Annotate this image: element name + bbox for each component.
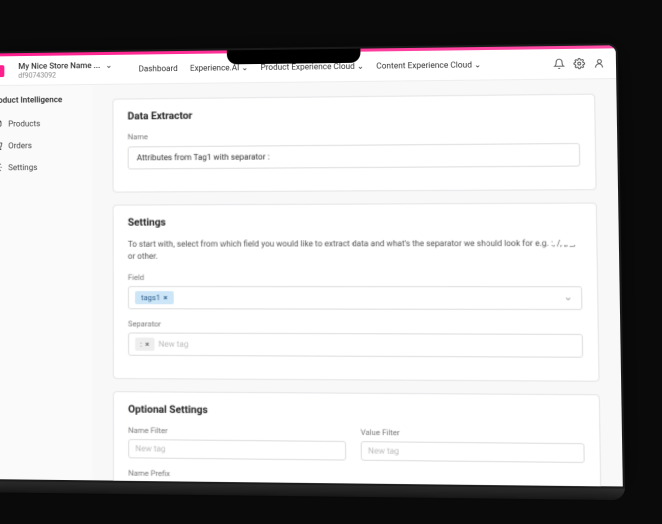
sidebar-item-label: Products (8, 119, 40, 128)
sidebar-item-label: Orders (8, 141, 32, 150)
separator-input[interactable]: : × New tag (128, 332, 583, 357)
card-title: Optional Settings (128, 404, 584, 419)
optional-settings-card: Optional Settings Name Filter New tag Va… (113, 391, 602, 486)
name-input[interactable] (128, 143, 581, 170)
sidebar-item-label: Settings (8, 163, 37, 172)
box-icon (0, 119, 2, 129)
separator-placeholder: New tag (158, 340, 188, 349)
app-screen: My Nice Store Name ... ⌄ df90743092 Dash… (0, 43, 625, 488)
name-filter-input[interactable]: New tag (128, 439, 346, 461)
name-filter-placeholder: New tag (135, 444, 165, 453)
sidebar-item-products[interactable]: Products (0, 114, 84, 133)
value-filter-placeholder: New tag (368, 446, 399, 456)
sidebar-item-orders[interactable]: Orders (0, 136, 84, 155)
data-extractor-card: Data Extractor Name (112, 94, 596, 193)
store-name-text: My Nice Store Name ... (18, 61, 100, 72)
name-label: Name (128, 129, 580, 142)
separator-tag[interactable]: : × (135, 338, 154, 351)
brand-logo[interactable] (0, 65, 4, 77)
chevron-down-icon: ⌄ (103, 60, 114, 71)
gear-icon (0, 162, 2, 172)
field-label: Field (128, 273, 582, 282)
gear-icon[interactable] (573, 58, 585, 69)
nav-content-cloud[interactable]: Content Experience Cloud ⌄ (376, 60, 481, 70)
settings-card: Settings To start with, select from whic… (113, 203, 600, 382)
nav-experience-ai-label: Experience.AI (190, 63, 239, 73)
close-icon[interactable]: × (145, 340, 149, 349)
chevron-down-icon: ⌄ (357, 62, 364, 71)
name-filter-label: Name Filter (128, 426, 346, 437)
user-icon[interactable] (594, 58, 606, 69)
separator-label: Separator (128, 319, 583, 329)
field-tag[interactable]: tags1 × (135, 291, 174, 304)
card-title: Data Extractor (128, 107, 580, 122)
value-filter-input[interactable]: New tag (361, 441, 585, 463)
sidebar-item-settings[interactable]: Settings (0, 158, 84, 177)
laptop-notch (227, 49, 361, 65)
card-title: Settings (128, 216, 581, 229)
nav-content-cloud-label: Content Experience Cloud (376, 60, 472, 70)
separator-tag-text: : (140, 340, 142, 349)
field-tag-text: tags1 (141, 293, 160, 302)
sidebar: Product Intelligence Products Orders Set… (0, 85, 93, 480)
nav-experience-ai[interactable]: Experience.AI ⌄ (190, 63, 248, 73)
close-icon[interactable]: × (163, 293, 167, 302)
cart-icon (0, 140, 2, 150)
chevron-down-icon: ⌄ (474, 60, 481, 69)
chevron-down-icon: ⌄ (241, 63, 248, 72)
main-content: Data Extractor Name Settings To start wi… (92, 79, 622, 486)
sidebar-section-title: Product Intelligence (0, 95, 84, 105)
settings-description: To start with, select from which field y… (128, 238, 582, 263)
bell-icon[interactable] (553, 58, 565, 69)
value-filter-label: Value Filter (361, 428, 585, 439)
store-id-text: df90743092 (18, 71, 114, 80)
store-switcher[interactable]: My Nice Store Name ... ⌄ df90743092 (18, 60, 114, 80)
nav-dashboard[interactable]: Dashboard (139, 64, 178, 73)
field-select[interactable]: tags1 × (128, 286, 583, 310)
